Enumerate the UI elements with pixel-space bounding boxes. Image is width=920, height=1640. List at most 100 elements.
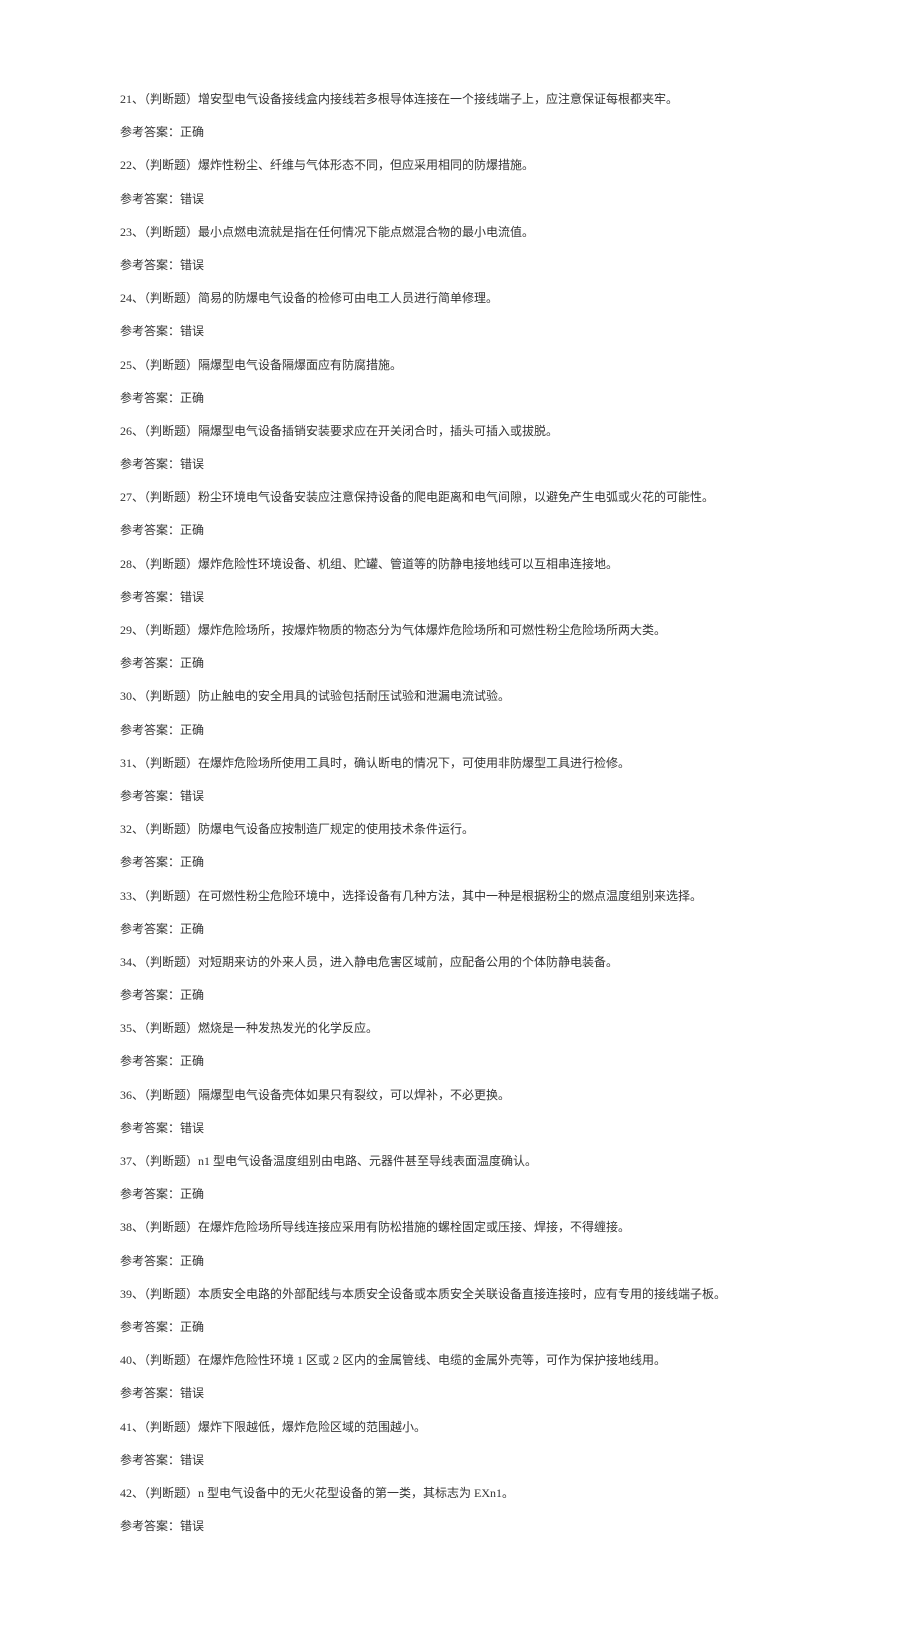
question-type: （判断题） (144, 424, 198, 438)
qa-block: 34、（判断题）对短期来访的外来人员，进入静电危害区域前，应配备公用的个体防静电… (120, 953, 800, 1005)
question-text: n1 型电气设备温度组别由电路、元器件甚至导线表面温度确认。 (198, 1154, 537, 1168)
question-type: （判断题） (144, 1220, 198, 1234)
question-number: 33 (120, 889, 132, 903)
answer-prefix: 参考答案： (120, 1453, 180, 1467)
question-type: （判断题） (144, 557, 198, 571)
qa-block: 35、（判断题）燃烧是一种发热发光的化学反应。参考答案：正确 (120, 1019, 800, 1071)
question-text: 爆炸性粉尘、纤维与气体形态不同，但应采用相同的防爆措施。 (198, 158, 534, 172)
answer-value: 正确 (180, 1320, 204, 1334)
answer-value: 错误 (180, 258, 204, 272)
question-line: 42、（判断题）n 型电气设备中的无火花型设备的第一类，其标志为 EXn1。 (120, 1484, 800, 1503)
qa-block: 30、（判断题）防止触电的安全用具的试验包括耐压试验和泄漏电流试验。参考答案：正… (120, 687, 800, 739)
answer-line: 参考答案：正确 (120, 1052, 800, 1071)
answer-line: 参考答案：错误 (120, 190, 800, 209)
question-text: n 型电气设备中的无火花型设备的第一类，其标志为 EXn1。 (198, 1486, 514, 1500)
question-number: 39 (120, 1287, 132, 1301)
question-number: 29 (120, 623, 132, 637)
question-text: 爆炸下限越低，爆炸危险区域的范围越小。 (198, 1420, 426, 1434)
question-type: （判断题） (144, 889, 198, 903)
answer-value: 错误 (180, 192, 204, 206)
answer-value: 正确 (180, 855, 204, 869)
answer-line: 参考答案：错误 (120, 1384, 800, 1403)
question-number: 32 (120, 822, 132, 836)
answer-prefix: 参考答案： (120, 1121, 180, 1135)
qa-block: 24、（判断题）简易的防爆电气设备的检修可由电工人员进行简单修理。参考答案：错误 (120, 289, 800, 341)
answer-value: 正确 (180, 1187, 204, 1201)
question-text: 隔爆型电气设备壳体如果只有裂纹，可以焊补，不必更换。 (198, 1088, 510, 1102)
question-line: 25、（判断题）隔爆型电气设备隔爆面应有防腐措施。 (120, 356, 800, 375)
qa-block: 31、（判断题）在爆炸危险场所使用工具时，确认断电的情况下，可使用非防爆型工具进… (120, 754, 800, 806)
question-line: 30、（判断题）防止触电的安全用具的试验包括耐压试验和泄漏电流试验。 (120, 687, 800, 706)
question-line: 41、（判断题）爆炸下限越低，爆炸危险区域的范围越小。 (120, 1418, 800, 1437)
qa-block: 29、（判断题）爆炸危险场所，按爆炸物质的物态分为气体爆炸危险场所和可燃性粉尘危… (120, 621, 800, 673)
answer-value: 错误 (180, 1519, 204, 1533)
question-number: 34 (120, 955, 132, 969)
answer-prefix: 参考答案： (120, 523, 180, 537)
question-type: （判断题） (144, 158, 198, 172)
answer-value: 错误 (180, 1453, 204, 1467)
answer-line: 参考答案：正确 (120, 389, 800, 408)
answer-line: 参考答案：错误 (120, 1119, 800, 1138)
qa-block: 40、（判断题）在爆炸危险性环境 1 区或 2 区内的金属管线、电缆的金属外壳等… (120, 1351, 800, 1403)
question-type: （判断题） (144, 1353, 198, 1367)
question-type: （判断题） (144, 358, 198, 372)
question-type: （判断题） (144, 1021, 198, 1035)
qa-block: 26、（判断题）隔爆型电气设备插销安装要求应在开关闭合时，插头可插入或拔脱。参考… (120, 422, 800, 474)
answer-value: 正确 (180, 656, 204, 670)
answer-line: 参考答案：错误 (120, 256, 800, 275)
answer-value: 正确 (180, 125, 204, 139)
question-text: 防爆电气设备应按制造厂规定的使用技术条件运行。 (198, 822, 474, 836)
question-number: 21 (120, 92, 132, 106)
question-line: 33、（判断题）在可燃性粉尘危险环境中，选择设备有几种方法，其中一种是根据粉尘的… (120, 887, 800, 906)
question-text: 对短期来访的外来人员，进入静电危害区域前，应配备公用的个体防静电装备。 (198, 955, 618, 969)
qa-block: 38、（判断题）在爆炸危险场所导线连接应采用有防松措施的螺栓固定或压接、焊接，不… (120, 1218, 800, 1270)
question-line: 35、（判断题）燃烧是一种发热发光的化学反应。 (120, 1019, 800, 1038)
question-text: 粉尘环境电气设备安装应注意保持设备的爬电距离和电气间隙，以避免产生电弧或火花的可… (198, 490, 714, 504)
question-number: 27 (120, 490, 132, 504)
answer-line: 参考答案：错误 (120, 1517, 800, 1536)
question-line: 38、（判断题）在爆炸危险场所导线连接应采用有防松措施的螺栓固定或压接、焊接，不… (120, 1218, 800, 1237)
question-line: 23、（判断题）最小点燃电流就是指在任何情况下能点燃混合物的最小电流值。 (120, 223, 800, 242)
question-line: 26、（判断题）隔爆型电气设备插销安装要求应在开关闭合时，插头可插入或拔脱。 (120, 422, 800, 441)
question-number: 24 (120, 291, 132, 305)
question-line: 31、（判断题）在爆炸危险场所使用工具时，确认断电的情况下，可使用非防爆型工具进… (120, 754, 800, 773)
question-line: 40、（判断题）在爆炸危险性环境 1 区或 2 区内的金属管线、电缆的金属外壳等… (120, 1351, 800, 1370)
question-text: 本质安全电路的外部配线与本质安全设备或本质安全关联设备直接连接时，应有专用的接线… (198, 1287, 726, 1301)
question-number: 23 (120, 225, 132, 239)
answer-prefix: 参考答案： (120, 391, 180, 405)
question-number: 35 (120, 1021, 132, 1035)
answer-value: 正确 (180, 523, 204, 537)
question-line: 37、（判断题）n1 型电气设备温度组别由电路、元器件甚至导线表面温度确认。 (120, 1152, 800, 1171)
question-text: 爆炸危险场所，按爆炸物质的物态分为气体爆炸危险场所和可燃性粉尘危险场所两大类。 (198, 623, 666, 637)
answer-line: 参考答案：正确 (120, 1318, 800, 1337)
answer-prefix: 参考答案： (120, 457, 180, 471)
question-number: 42 (120, 1486, 132, 1500)
question-line: 34、（判断题）对短期来访的外来人员，进入静电危害区域前，应配备公用的个体防静电… (120, 953, 800, 972)
answer-prefix: 参考答案： (120, 988, 180, 1002)
answer-value: 错误 (180, 1386, 204, 1400)
question-line: 22、（判断题）爆炸性粉尘、纤维与气体形态不同，但应采用相同的防爆措施。 (120, 156, 800, 175)
question-type: （判断题） (144, 92, 198, 106)
answer-value: 正确 (180, 988, 204, 1002)
answer-prefix: 参考答案： (120, 1254, 180, 1268)
answer-value: 错误 (180, 457, 204, 471)
answer-line: 参考答案：错误 (120, 787, 800, 806)
question-line: 39、（判断题）本质安全电路的外部配线与本质安全设备或本质安全关联设备直接连接时… (120, 1285, 800, 1304)
qa-block: 28、（判断题）爆炸危险性环境设备、机组、贮罐、管道等的防静电接地线可以互相串连… (120, 555, 800, 607)
answer-prefix: 参考答案： (120, 324, 180, 338)
answer-value: 错误 (180, 789, 204, 803)
question-type: （判断题） (144, 1154, 198, 1168)
answer-value: 正确 (180, 1054, 204, 1068)
answer-line: 参考答案：正确 (120, 1185, 800, 1204)
question-type: （判断题） (144, 1420, 198, 1434)
answer-line: 参考答案：错误 (120, 588, 800, 607)
question-number: 26 (120, 424, 132, 438)
qa-block: 42、（判断题）n 型电气设备中的无火花型设备的第一类，其标志为 EXn1。参考… (120, 1484, 800, 1536)
answer-line: 参考答案：正确 (120, 123, 800, 142)
answer-line: 参考答案：错误 (120, 322, 800, 341)
answer-line: 参考答案：正确 (120, 920, 800, 939)
answer-line: 参考答案：正确 (120, 853, 800, 872)
question-text: 防止触电的安全用具的试验包括耐压试验和泄漏电流试验。 (198, 689, 510, 703)
qa-block: 32、（判断题）防爆电气设备应按制造厂规定的使用技术条件运行。参考答案：正确 (120, 820, 800, 872)
question-number: 25 (120, 358, 132, 372)
